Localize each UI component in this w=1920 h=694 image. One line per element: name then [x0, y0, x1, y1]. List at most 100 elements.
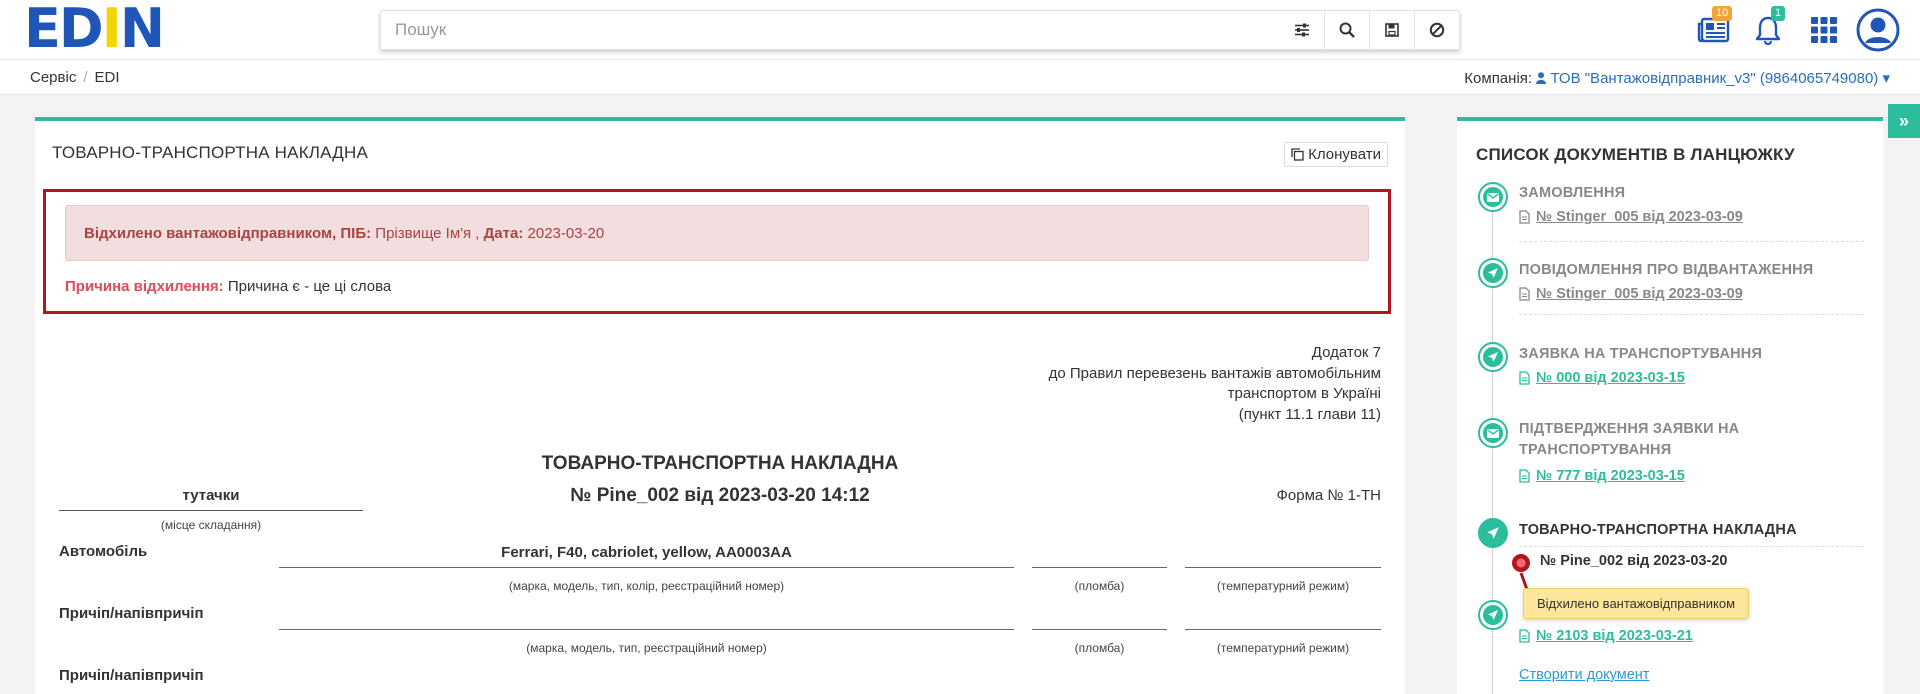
user-icon: [1856, 8, 1900, 52]
chain-item-link-text: № Stinger_005 від 2023-03-09: [1536, 286, 1743, 302]
caret-down-icon: ▾: [1882, 70, 1890, 87]
vehicle-line: [279, 567, 1014, 568]
copy-icon: [1291, 148, 1304, 161]
user-small-icon: [1536, 72, 1547, 84]
file-icon: [1519, 371, 1530, 385]
rejection-tooltip: Відхилено вантажовідправником: [1523, 588, 1749, 619]
chain-node-transport-request: [1478, 342, 1508, 372]
annex-line: транспортом в Україні: [1227, 385, 1381, 402]
send-icon: [1488, 352, 1498, 362]
clone-button[interactable]: Клонувати: [1284, 142, 1388, 167]
trailer-caption: (марка, модель, тип, реєстраційний номер…: [526, 641, 767, 655]
chain-item-title-line: ТРАНСПОРТУВАННЯ: [1519, 442, 1672, 458]
trailer-seal-line: [1032, 629, 1167, 630]
breadcrumb-service[interactable]: Сервіс: [30, 69, 76, 86]
breadcrumb-edi[interactable]: EDI: [95, 69, 120, 86]
save-icon: [1385, 23, 1399, 37]
create-document-link[interactable]: Створити документ: [1519, 667, 1649, 683]
chain-node-next: [1478, 600, 1508, 630]
document-panel-title: ТОВАРНО-ТРАНСПОРТНА НАКЛАДНА: [52, 143, 368, 162]
apps-menu-button[interactable]: [1806, 10, 1842, 50]
file-icon: [1519, 629, 1530, 643]
vehicle-caption: (марка, модель, тип, колір, реєстраційни…: [508, 579, 785, 593]
search-button[interactable]: [1324, 10, 1369, 50]
chain-node-order: [1478, 182, 1508, 212]
ttn-heading: ТОВАРНО-ТРАНСПОРТНА НАКЛАДНА: [541, 453, 899, 474]
company-selector[interactable]: Компанія: ТОВ "Вантажовідправник_v3" (98…: [1464, 69, 1890, 87]
form-number: Форма № 1-ТН: [1276, 487, 1381, 504]
chain-item-link-text: № 2103 від 2023-03-21: [1536, 628, 1693, 644]
chain-divider: [1519, 546, 1864, 547]
clone-label: Клонувати: [1308, 146, 1381, 163]
chain-title: СПИСОК ДОКУМЕНТІВ В ЛАНЦЮЖКУ: [1476, 145, 1795, 164]
chain-item-link[interactable]: № Stinger_005 від 2023-03-09: [1519, 286, 1743, 302]
news-count-badge: 10: [1712, 6, 1733, 21]
chain-item-link[interactable]: № 000 від 2023-03-15: [1519, 370, 1685, 386]
save-search-button[interactable]: [1369, 10, 1414, 50]
chain-divider: [1519, 314, 1864, 315]
notifications-count-badge: 1: [1771, 6, 1786, 21]
chain-item-link[interactable]: № 2103 від 2023-03-21: [1519, 628, 1693, 644]
rejection-reason: Причина відхилення: Причина є - це ці сл…: [65, 278, 391, 295]
rejection-date: 2023-03-20: [527, 224, 605, 242]
chain-item-link-text: № 000 від 2023-03-15: [1536, 370, 1685, 386]
annex-note: Додаток 7 до Правил перевезень вантажів …: [1049, 343, 1381, 425]
chain-item-title: ЗАЯВКА НА ТРАНСПОРТУВАННЯ: [1519, 346, 1763, 362]
place-caption: (місце складання): [160, 518, 262, 532]
search-bar: [380, 10, 1460, 50]
grid-icon: [1811, 17, 1837, 43]
user-avatar[interactable]: [1856, 7, 1900, 53]
filter-button[interactable]: [1279, 10, 1324, 50]
chain-node-transport-confirmation: [1478, 418, 1508, 448]
chain-node-ttn-current: [1478, 518, 1508, 548]
rejection-date-label: Дата:: [483, 224, 524, 242]
chain-item-title: ПОВІДОМЛЕННЯ ПРО ВІДВАНТАЖЕННЯ: [1519, 262, 1814, 278]
rejection-reason-text: Причина є - це ці слова: [227, 278, 392, 295]
file-icon: [1519, 287, 1530, 301]
ban-icon: [1429, 22, 1445, 38]
file-icon: [1519, 469, 1530, 483]
file-icon: [1519, 210, 1530, 224]
chain-item-link[interactable]: № 777 від 2023-03-15: [1519, 468, 1685, 484]
document-panel: ТОВАРНО-ТРАНСПОРТНА НАКЛАДНА Клонувати В…: [35, 117, 1405, 694]
search-icon: [1339, 22, 1355, 38]
company-name[interactable]: ТОВ "Вантажовідправник_v3" (986406574908…: [1550, 70, 1878, 87]
place-value: тутачки: [59, 487, 363, 511]
trailer-line: [279, 629, 1014, 630]
top-header: EDIN 10 1: [0, 0, 1920, 60]
rejection-prefix: Відхилено вантажовідправником, ПІБ:: [84, 224, 372, 242]
breadcrumb: Сервіс / EDI: [30, 69, 120, 86]
trailer-temp-line: [1185, 629, 1381, 630]
clear-search-button[interactable]: [1414, 10, 1459, 50]
news-button[interactable]: 10: [1694, 6, 1734, 50]
annex-line: до Правил перевезень вантажів автомобіль…: [1048, 364, 1381, 382]
edin-logo[interactable]: ED I N: [24, 0, 165, 60]
chain-item-link[interactable]: № Stinger_005 від 2023-03-09: [1519, 209, 1743, 225]
send-icon: [1487, 527, 1499, 539]
envelope-icon: [1487, 428, 1499, 438]
chain-item-current-number: № Pine_002 від 2023-03-20: [1540, 553, 1728, 569]
annex-line: (пункт 11.1 глави 11): [1238, 405, 1381, 423]
trailer-seal-caption: (пломба): [1074, 641, 1125, 655]
notifications-button[interactable]: 1: [1750, 6, 1786, 50]
sliders-icon: [1294, 23, 1309, 37]
rejection-alert: Відхилено вантажовідправником, ПІБ: Пріз…: [65, 205, 1369, 261]
vehicle-value: Ferrari, F40, cabriolet, yellow, AA0003A…: [501, 544, 792, 561]
chain-item-link-text: № Stinger_005 від 2023-03-09: [1536, 209, 1743, 225]
company-label: Компанія:: [1464, 70, 1533, 87]
chain-item-title: ПІДТВЕРДЖЕННЯ ЗАЯВКИ НА ТРАНСПОРТУВАННЯ: [1519, 419, 1859, 461]
rejection-person: Прізвище Ім'я ,: [375, 224, 480, 242]
seal-caption: (пломба): [1074, 579, 1125, 593]
send-icon: [1488, 610, 1498, 620]
seal-line: [1032, 567, 1167, 568]
double-chevron-right-icon: »: [1898, 110, 1909, 131]
rejection-reason-label: Причина відхилення:: [65, 278, 224, 295]
vehicle-label: Автомобіль: [59, 543, 148, 560]
chain-panel: СПИСОК ДОКУМЕНТІВ В ЛАНЦЮЖКУ ЗАМОВЛЕННЯ …: [1457, 117, 1883, 694]
search-input[interactable]: [381, 11, 1279, 49]
temp-caption: (температурний режим): [1216, 579, 1350, 593]
toggle-side-panel-button[interactable]: »: [1888, 104, 1920, 138]
chain-node-desadv: [1478, 258, 1508, 288]
chain-item-title-line: ПІДТВЕРДЖЕННЯ ЗАЯВКИ НА: [1519, 421, 1740, 437]
temp-line: [1185, 567, 1381, 568]
